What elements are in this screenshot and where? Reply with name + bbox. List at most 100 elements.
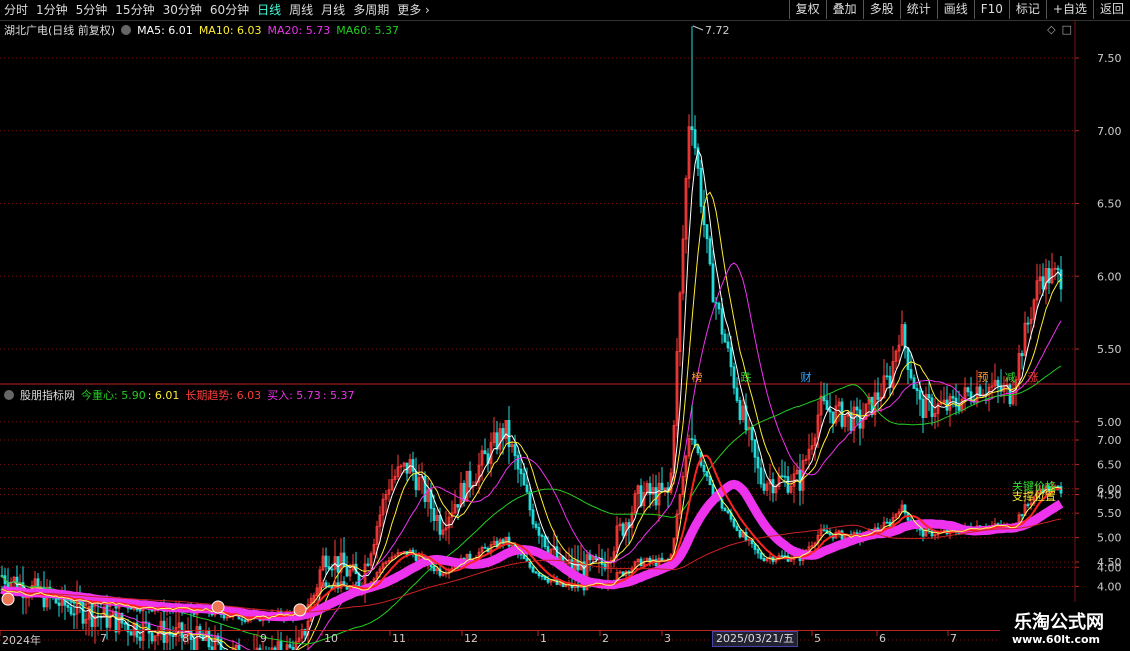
time-axis-label: 9 — [260, 632, 267, 645]
indicator-candle-body — [138, 609, 142, 612]
indicator-candle-body — [780, 555, 784, 558]
candle-body — [1041, 276, 1045, 290]
indicator-tick-label: 6.00 — [1097, 483, 1122, 496]
candle-body — [753, 439, 757, 458]
candle-body — [921, 398, 925, 418]
candle-body — [978, 386, 982, 397]
candle-body — [786, 476, 790, 493]
indicator-candle-body — [735, 525, 739, 531]
candle-body — [432, 507, 436, 522]
candle-body — [822, 395, 826, 402]
candle-body — [336, 556, 340, 573]
candle-body — [531, 509, 535, 525]
buy-signal-icon — [211, 600, 225, 614]
indicator-candle-body — [1026, 504, 1030, 506]
time-axis-label: 8 — [182, 632, 189, 645]
candle-body — [915, 388, 919, 391]
candle-body — [528, 491, 532, 511]
time-axis-label: 7 — [100, 632, 107, 645]
candle-body — [57, 602, 61, 606]
candle-body — [114, 611, 118, 633]
indicator-k3: 买入: 5.73 — [267, 389, 321, 402]
candle-body — [957, 405, 961, 411]
diamond-icon[interactable]: ◇ — [1047, 23, 1055, 36]
indicator-candle-body — [759, 552, 763, 559]
time-axis-label: 7 — [950, 632, 957, 645]
indicator-candle-body — [726, 510, 730, 514]
indicator-tick-label: 5.50 — [1097, 507, 1122, 520]
event-marker: 财 — [801, 370, 812, 384]
watermark-title: 乐淘公式网 — [1014, 612, 1104, 633]
price-tick-label: 7.50 — [1097, 52, 1122, 65]
candle-body — [366, 563, 370, 566]
candle-body — [927, 394, 931, 399]
candle-body — [996, 379, 1000, 387]
indicator-header: 股朋指标网 今重心: 5.90 : 6.01 长期趋势: 6.03 买入: 5.… — [4, 387, 361, 403]
event-marker: 跌 — [741, 370, 752, 384]
high-label: 7.72 — [705, 24, 730, 37]
candle-body — [519, 468, 523, 475]
candle-body — [411, 459, 415, 472]
indicator-candle-body — [639, 558, 643, 567]
indicator-circle-icon[interactable] — [4, 390, 14, 400]
candle-body — [537, 527, 541, 536]
candle-body — [783, 475, 787, 478]
candle-body — [342, 552, 346, 568]
indicator-candle-body — [921, 529, 925, 537]
candle-body — [828, 409, 832, 413]
indicator-candle-body — [531, 566, 535, 573]
candle-body — [825, 400, 829, 410]
time-axis-label: 3 — [664, 632, 671, 645]
time-axis-label: 6 — [879, 632, 886, 645]
price-tick-label: 7.00 — [1097, 125, 1122, 138]
time-axis-label: 1 — [540, 632, 547, 645]
settings-circle-icon[interactable] — [121, 25, 132, 35]
candle-body — [876, 392, 880, 400]
ma20-value: MA20: 5.73 — [267, 23, 331, 37]
indicator-candle-body — [324, 582, 328, 587]
indicator-tick-label: 6.50 — [1097, 458, 1122, 471]
candle-body — [516, 455, 520, 470]
candle-body — [1008, 384, 1012, 405]
time-axis: 2024年7891011121234567 — [0, 630, 1130, 651]
indicator-red-line — [1, 454, 1062, 620]
high-pointer — [692, 25, 704, 31]
square-icon[interactable]: □ — [1062, 23, 1072, 36]
candle-body — [711, 263, 715, 303]
time-axis-label: 2 — [602, 632, 609, 645]
event-marker: 榜 — [692, 370, 703, 384]
stock-title[interactable]: 湖北广电(日线 前复权) — [4, 22, 115, 38]
candle-body — [729, 347, 733, 368]
buy-signal-icon — [293, 603, 307, 617]
indicator-candle-body — [243, 619, 247, 622]
time-axis-label: 11 — [392, 632, 406, 645]
indicator-candle-body — [534, 571, 538, 574]
ma10-line — [1, 191, 1062, 650]
candle-body — [1059, 269, 1063, 290]
price-tick-label: 5.00 — [1097, 416, 1122, 429]
candle-body — [468, 470, 472, 488]
candle-body — [690, 126, 694, 131]
candle-body — [660, 482, 664, 491]
indicator-name[interactable]: 股朋指标网 — [20, 387, 75, 403]
indicator-candle-body — [240, 618, 244, 621]
candle-body — [885, 375, 889, 378]
indicator-candle-body — [756, 549, 760, 554]
event-marker: 预 — [978, 371, 989, 384]
indicator-k2: 长期趋势: 6.03 — [185, 389, 262, 402]
candle-body — [759, 467, 763, 485]
candle-body — [1056, 267, 1060, 271]
candle-body — [930, 397, 934, 417]
candle-body — [858, 409, 862, 429]
indicator-candle-body — [705, 471, 709, 477]
candle-body — [1026, 322, 1030, 325]
indicator-candle-body — [72, 601, 76, 604]
candle-body — [906, 347, 910, 370]
candle-body — [849, 411, 853, 431]
kline-chart[interactable]: 7.507.006.506.005.505.004.504.003.507.00… — [0, 0, 1130, 650]
indicator-candle-body — [483, 546, 487, 549]
candle-body — [1020, 353, 1024, 357]
indicator-candle-body — [222, 614, 226, 619]
candle-body — [438, 515, 442, 535]
candle-body — [534, 523, 538, 528]
